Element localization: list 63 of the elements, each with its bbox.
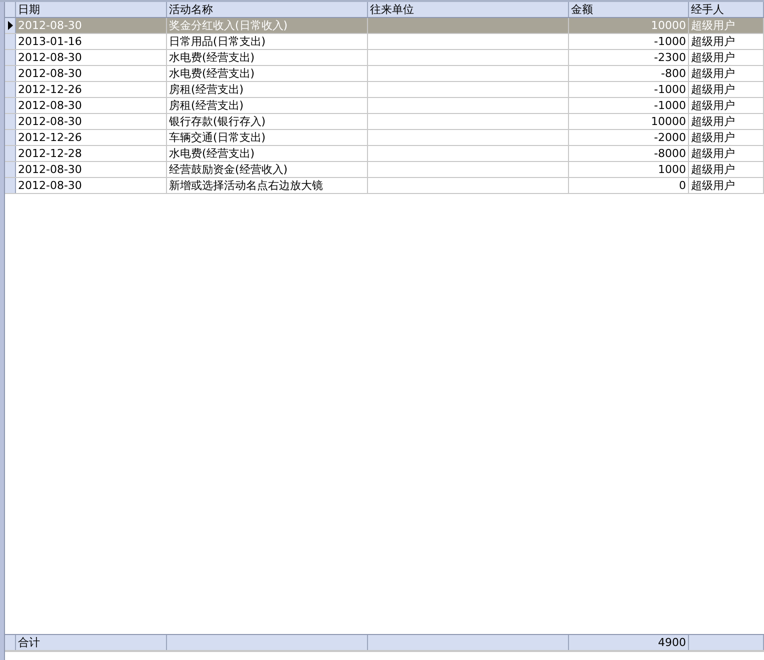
table-cell: 水电费(经营支出): [167, 66, 368, 81]
table-cell: 2012-12-26: [16, 82, 167, 97]
table-cell: 水电费(经营支出): [167, 146, 368, 161]
table-cell: 2012-08-30: [16, 50, 167, 65]
table-cell: 2012-12-26: [16, 130, 167, 145]
table-cell: 2012-08-30: [16, 66, 167, 81]
table-cell: 银行存款(银行存入): [167, 114, 368, 129]
table-row[interactable]: 2013-01-16 日常用品(日常支出) -1000 超级用户: [5, 34, 764, 50]
table-cell: 水电费(经营支出): [167, 50, 368, 65]
table-cell: -2000: [569, 130, 689, 145]
table-cell: 2012-08-30: [16, 114, 167, 129]
table-row[interactable]: 2012-08-30 水电费(经营支出) -800 超级用户: [5, 66, 764, 82]
column-header[interactable]: 往来单位: [368, 2, 569, 17]
table-row[interactable]: 2012-08-30 银行存款(银行存入) 10000 超级用户: [5, 114, 764, 130]
row-selector[interactable]: [5, 18, 16, 33]
table-cell: -2300: [569, 50, 689, 65]
table-cell: 车辆交通(日常支出): [167, 130, 368, 145]
table-cell: 超级用户: [689, 114, 764, 129]
column-header[interactable]: 日期: [16, 2, 167, 17]
table-cell: 0: [569, 178, 689, 193]
table-row[interactable]: 2012-12-28 水电费(经营支出) -8000 超级用户: [5, 146, 764, 162]
table-cell: 奖金分红收入(日常收入): [167, 18, 368, 33]
table-cell: 超级用户: [689, 50, 764, 65]
table-row[interactable]: 2012-08-30 新增或选择活动名点右边放大镜 0 超级用户: [5, 178, 764, 194]
current-row-icon: [8, 21, 12, 30]
table-cell: -8000: [569, 146, 689, 161]
table-row[interactable]: 2012-12-26 车辆交通(日常支出) -2000 超级用户: [5, 130, 764, 146]
table-cell: 1000: [569, 162, 689, 177]
table-cell: 超级用户: [689, 66, 764, 81]
table-cell: 超级用户: [689, 162, 764, 177]
table-cell: 日常用品(日常支出): [167, 34, 368, 49]
table-cell: 2012-08-30: [16, 162, 167, 177]
table-cell: 超级用户: [689, 18, 764, 33]
table-cell: 房租(经营支出): [167, 98, 368, 113]
table-cell: -1000: [569, 98, 689, 113]
table-cell: -1000: [569, 82, 689, 97]
table-cell: 2013-01-16: [16, 34, 167, 49]
table-cell: 超级用户: [689, 34, 764, 49]
column-header[interactable]: 经手人: [689, 2, 764, 17]
table-row[interactable]: 2012-12-26 房租(经营支出) -1000 超级用户: [5, 82, 764, 98]
table-cell: 10000: [569, 18, 689, 33]
table-cell: 超级用户: [689, 146, 764, 161]
table-cell: 房租(经营支出): [167, 82, 368, 97]
table-row[interactable]: 2012-08-30 房租(经营支出) -1000 超级用户: [5, 98, 764, 114]
column-header[interactable]: 活动名称: [167, 2, 368, 17]
table-cell: 10000: [569, 114, 689, 129]
total-label: 合计: [16, 635, 167, 650]
column-header[interactable]: 金额: [569, 2, 689, 17]
table-cell: 超级用户: [689, 130, 764, 145]
table-cell: 2012-12-28: [16, 146, 167, 161]
table-cell: -800: [569, 66, 689, 81]
table-cell: 经营鼓励资金(经营收入): [167, 162, 368, 177]
table-cell: 新增或选择活动名点右边放大镜: [167, 178, 368, 193]
table-cell: 超级用户: [689, 82, 764, 97]
table-cell: 2012-08-30: [16, 18, 167, 33]
total-value: 4900: [569, 635, 689, 650]
table-row[interactable]: 2012-08-30 水电费(经营支出) -2300 超级用户: [5, 50, 764, 66]
table-cell: 超级用户: [689, 98, 764, 113]
table-cell: 超级用户: [689, 178, 764, 193]
table-cell: -1000: [569, 34, 689, 49]
table-cell: 2012-08-30: [16, 98, 167, 113]
table-cell: 2012-08-30: [16, 178, 167, 193]
table-row[interactable]: 2012-08-30 经营鼓励资金(经营收入) 1000 超级用户: [5, 162, 764, 178]
